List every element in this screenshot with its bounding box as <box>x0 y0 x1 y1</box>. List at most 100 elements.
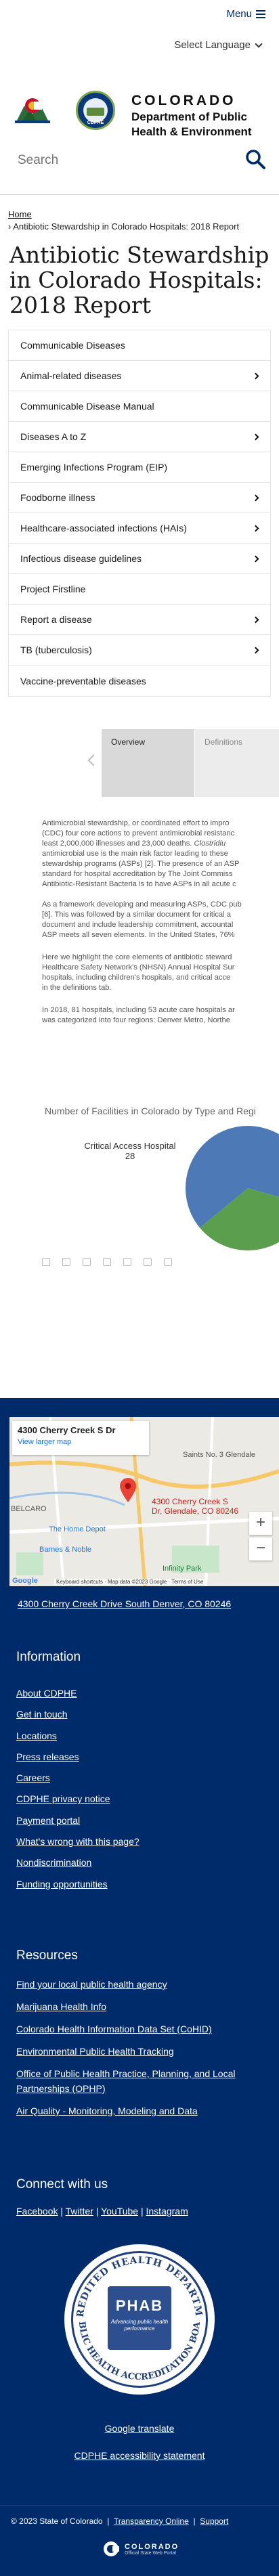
zoom-out-button[interactable]: − <box>249 1537 272 1560</box>
map-pin-icon[interactable] <box>118 1477 138 1504</box>
report-text-line: antimicrobial use is the main risk facto… <box>42 850 228 858</box>
topic-item[interactable]: Report a disease <box>9 605 270 635</box>
topic-item[interactable]: Communicable Disease Manual <box>9 391 270 422</box>
logo-state: COLORADO <box>131 93 236 108</box>
footer-link[interactable]: Colorado Health Information Data Set (Co… <box>16 2022 260 2036</box>
footer-link[interactable]: Office of Public Health Practice, Planni… <box>16 2066 260 2096</box>
colorado-portal-logo[interactable]: COLORADO Official State Web Portal <box>103 2541 179 2557</box>
report-text-line: Antibiotic-Resistant Bacteria is to have… <box>42 880 236 888</box>
copyright-bar: © 2023 State of Colorado | Transparency … <box>0 2505 279 2576</box>
colorado-logo-icon[interactable] <box>15 91 50 125</box>
footer-link[interactable]: Nondiscrimination <box>16 1852 140 1873</box>
footer-info-links: About CDPHE Get in touch Locations Press re… <box>16 1683 140 1895</box>
google-translate-link[interactable]: Google translate <box>105 2423 175 2434</box>
twitter-link[interactable]: Twitter <box>66 2206 93 2217</box>
chevron-right-icon[interactable] <box>252 433 259 440</box>
copyright-text: © 2023 State of Colorado <box>11 2516 103 2526</box>
footer-link[interactable]: Careers <box>16 1768 140 1789</box>
topic-label: Animal-related diseases <box>20 370 122 381</box>
footer-link[interactable]: About CDPHE <box>16 1683 140 1704</box>
chevron-right-icon[interactable] <box>252 525 259 531</box>
topic-item[interactable]: Infectious disease guidelines <box>9 544 270 574</box>
download-icon[interactable] <box>164 1258 172 1266</box>
menu-button[interactable]: Menu <box>226 8 265 20</box>
report-toolbar <box>42 1254 172 1269</box>
footer-link[interactable]: Funding opportunities <box>16 1874 140 1895</box>
footer-link[interactable]: Payment portal <box>16 1810 140 1831</box>
location-map[interactable]: 4300 Cherry Creek S Dr View larger map 4… <box>9 1417 279 1586</box>
department-name[interactable]: COLORADO Department of Public Health & E… <box>131 93 252 139</box>
search-icon[interactable] <box>244 148 267 171</box>
report-text-line: (CDC) four core actions to prevent antim… <box>42 829 235 837</box>
map-label: Infinity Park <box>163 1565 202 1573</box>
breadcrumb-home[interactable]: Home <box>8 209 32 219</box>
footer-link[interactable]: What's wrong with this page? <box>16 1831 140 1852</box>
social-links: Facebook | Twitter | YouTube | Instagram <box>16 2206 188 2217</box>
report-text-line: Antimicrobial stewardship, or coordinate… <box>42 819 230 827</box>
zoom-in-button[interactable]: + <box>249 1512 272 1535</box>
youtube-link[interactable]: YouTube <box>101 2206 138 2217</box>
map-label: Barnes & Noble <box>39 1546 92 1554</box>
accessibility-link[interactable]: CDPHE accessibility statement <box>74 2450 205 2461</box>
breadcrumb-current: Antibiotic Stewardship in Colorado Hospi… <box>13 221 240 232</box>
topic-label: Healthcare-associated infections (HAIs) <box>20 523 187 533</box>
tab-definitions[interactable]: Definitions <box>195 729 279 797</box>
support-link[interactable]: Support <box>200 2516 228 2526</box>
footer-resource-links: Find your local public health agency Mari… <box>16 1977 260 2126</box>
accessibility-row: CDPHE accessibility statement <box>0 2450 279 2462</box>
search-input[interactable] <box>18 150 234 171</box>
map-label: Saints No. 3 Glendale <box>183 1451 256 1459</box>
topic-item[interactable]: TB (tuberculosis) <box>9 635 270 665</box>
chevron-right-icon[interactable] <box>252 555 259 562</box>
share-icon[interactable] <box>144 1258 152 1266</box>
redo-icon[interactable] <box>62 1258 70 1266</box>
report-text-line: Healthcare Safety Network's (NHSN) Annua… <box>42 963 235 972</box>
footer-address-link[interactable]: 4300 Cherry Creek Drive South Denver, CO… <box>18 1596 248 1611</box>
chevron-right-icon[interactable] <box>252 372 259 379</box>
chevron-right-icon[interactable] <box>252 494 259 501</box>
breadcrumb: Home › Antibiotic Stewardship in Colorad… <box>0 195 279 233</box>
undo-icon[interactable] <box>42 1258 50 1266</box>
pie-slice-label: Critical Access Hospital 28 <box>76 1141 184 1161</box>
topic-item[interactable]: Project Firstline <box>9 574 270 605</box>
chevron-right-icon[interactable] <box>252 616 259 623</box>
view-larger-map-link[interactable]: View larger map <box>18 1438 144 1446</box>
report-text-line: [6]. This was followed by a similar docu… <box>42 911 231 919</box>
carousel-prev-icon[interactable] <box>87 754 96 767</box>
transparency-link[interactable]: Transparency Online <box>114 2516 189 2526</box>
map-pin-label: 4300 Cherry Creek S Dr, Glendale, CO 802… <box>152 1497 239 1516</box>
topic-nav: Communicable Diseases Animal-related dise… <box>8 330 271 697</box>
topic-item[interactable]: Healthcare-associated infections (HAIs) <box>9 513 270 544</box>
map-label: The Home Depot <box>49 1525 106 1533</box>
refresh-icon[interactable] <box>103 1258 111 1266</box>
footer-link[interactable]: Locations <box>16 1726 140 1747</box>
logo-row: CDPHE COLORADO Department of Public Heal… <box>0 65 279 138</box>
pause-icon[interactable] <box>123 1258 131 1266</box>
language-select[interactable]: Select Language <box>174 39 263 51</box>
topic-item[interactable]: Foodborne illness <box>9 483 270 513</box>
facebook-link[interactable]: Facebook <box>16 2206 58 2217</box>
footer-link[interactable]: Marijuana Health Info <box>16 1999 260 2014</box>
footer-link[interactable]: Air Quality - Monitoring, Modeling and D… <box>16 2103 260 2118</box>
topic-item[interactable]: Vaccine-preventable diseases <box>9 665 270 696</box>
footer-link[interactable]: CDPHE privacy notice <box>16 1789 140 1810</box>
instagram-link[interactable]: Instagram <box>146 2206 188 2217</box>
footer-link[interactable]: Find your local public health agency <box>16 1977 260 1992</box>
cdphe-logo-icon[interactable]: CDPHE <box>76 91 115 130</box>
chevron-right-icon[interactable] <box>252 647 259 653</box>
topic-item[interactable]: Emerging Infections Program (EIP) <box>9 452 270 483</box>
colorado-c-icon <box>104 2541 119 2556</box>
topic-label: Project Firstline <box>20 584 86 594</box>
tab-overview[interactable]: Overview <box>102 729 194 797</box>
topic-item[interactable]: Communicable Diseases <box>9 330 270 361</box>
footer-link[interactable]: Press releases <box>16 1747 140 1768</box>
footer-link[interactable]: Get in touch <box>16 1704 140 1725</box>
footer-link[interactable]: Environmental Public Health Tracking <box>16 2044 260 2059</box>
topic-item[interactable]: Animal-related diseases <box>9 361 270 391</box>
google-logo: Google <box>12 1577 38 1585</box>
revert-icon[interactable] <box>83 1258 91 1266</box>
map-place-card: 4300 Cherry Creek S Dr View larger map <box>12 1421 149 1455</box>
map-place-name: 4300 Cherry Creek S Dr <box>18 1425 116 1435</box>
topic-item[interactable]: Diseases A to Z <box>9 422 270 452</box>
map-attribution[interactable]: Keyboard shortcuts · Map data ©2023 Goog… <box>54 1579 206 1585</box>
